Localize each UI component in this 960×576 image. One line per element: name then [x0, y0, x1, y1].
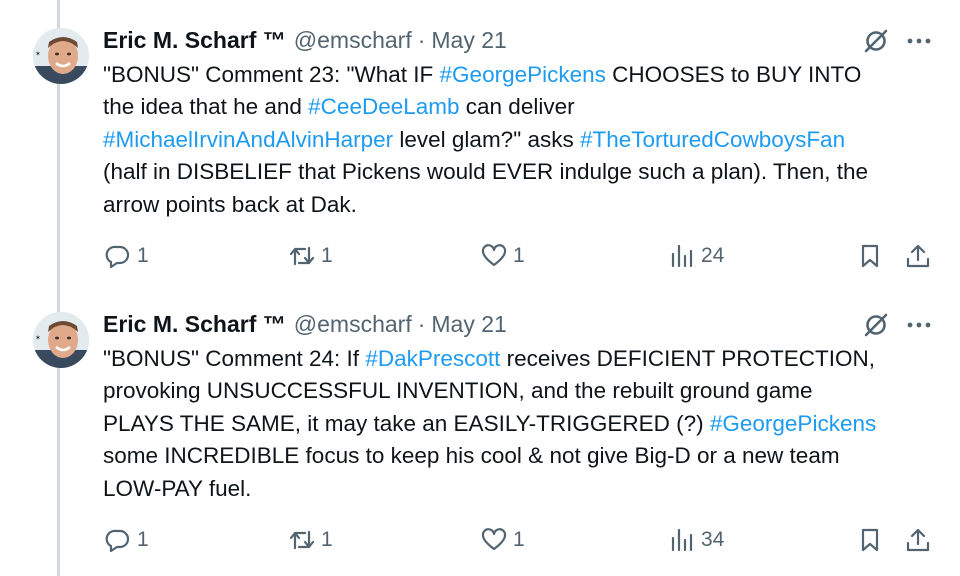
hashtag-link[interactable]: #DakPrescott — [365, 346, 500, 371]
share-button[interactable] — [904, 239, 932, 273]
views-button[interactable]: 34 — [668, 523, 724, 557]
avatar-photo: ✶ — [33, 28, 89, 84]
tweet-text-segment: can deliver — [465, 94, 575, 120]
tweet-text-segment: "BONUS" Comment 24: If — [103, 346, 366, 371]
share-upload-icon — [906, 244, 930, 268]
hashtag-link[interactable]: #GeorgePickens — [440, 62, 606, 87]
tweet-date[interactable]: May 21 — [431, 311, 506, 338]
more-dots-icon[interactable] — [904, 311, 934, 339]
heart-icon — [481, 528, 507, 551]
retweet-icon — [289, 530, 315, 550]
tweet[interactable]: ✶ Eric M. Scharf ™ @emscharf · May 21 "B… — [0, 0, 960, 290]
reply-button[interactable]: 1 — [104, 523, 149, 557]
more-dots-icon[interactable] — [904, 27, 934, 55]
view-count: 24 — [701, 244, 725, 267]
tweet-header: Eric M. Scharf ™ @emscharf · May 21 — [103, 309, 507, 339]
hashtag-link[interactable]: #CeeDeeLamb — [308, 94, 459, 119]
retweet-icon — [289, 246, 315, 266]
heart-icon — [481, 244, 507, 267]
author-name[interactable]: Eric M. Scharf ™ — [103, 27, 286, 54]
author-handle[interactable]: @emscharf — [294, 311, 412, 338]
bookmark-button[interactable] — [856, 523, 884, 557]
like-count: 1 — [513, 244, 525, 267]
view-count: 34 — [701, 528, 725, 551]
like-count: 1 — [513, 528, 525, 551]
views-button[interactable]: 24 — [668, 239, 724, 273]
hashtag-link[interactable]: #TheTorturedCowboysFan — [580, 127, 845, 152]
tweet[interactable]: ✶ Eric M. Scharf ™ @emscharf · May 21 "B… — [0, 292, 960, 576]
author-name[interactable]: Eric M. Scharf ™ — [103, 311, 286, 338]
tweet-date[interactable]: May 21 — [431, 27, 506, 54]
svg-text:✶: ✶ — [35, 334, 41, 342]
bookmark-icon — [861, 528, 879, 552]
tweet-text-segment: some INCREDIBLE focus to keep his cool &… — [103, 443, 840, 501]
reply-count: 1 — [137, 244, 149, 267]
bookmark-button[interactable] — [856, 239, 884, 273]
tweet-text-segment: level glam?" asks — [393, 126, 580, 152]
like-button[interactable]: 1 — [480, 239, 525, 273]
avatar-photo: ✶ — [33, 312, 89, 368]
share-upload-icon — [906, 528, 930, 552]
retweet-count: 1 — [321, 244, 333, 267]
author-handle[interactable]: @emscharf — [294, 27, 412, 54]
retweet-count: 1 — [321, 528, 333, 551]
hashtag-link[interactable]: #MichaelIrvinAndAlvinHarper — [103, 127, 393, 152]
tweet-actions: 1 1 1 34 — [0, 523, 960, 557]
grok-slash-circle-icon[interactable] — [862, 27, 890, 55]
like-button[interactable]: 1 — [480, 523, 525, 557]
tweet-text-segment: (half in DISBELIEF that Pickens would EV… — [103, 159, 868, 217]
svg-text:✶: ✶ — [35, 50, 41, 58]
reply-bubble-icon — [105, 529, 130, 553]
tweet-text-segment: "BONUS" Comment 23: "What IF — [103, 62, 440, 87]
reply-count: 1 — [137, 528, 149, 551]
avatar[interactable]: ✶ — [33, 28, 89, 84]
reply-bubble-icon — [105, 245, 130, 269]
views-bars-icon — [671, 528, 693, 552]
tweet-actions: 1 1 1 24 — [0, 239, 960, 273]
retweet-button[interactable]: 1 — [288, 239, 333, 273]
share-button[interactable] — [904, 523, 932, 557]
reply-button[interactable]: 1 — [104, 239, 149, 273]
grok-slash-circle-icon[interactable] — [862, 311, 890, 339]
separator-dot: · — [417, 26, 426, 53]
tweet-text: "BONUS" Comment 23: "What IF #GeorgePick… — [103, 59, 933, 221]
tweet-text: "BONUS" Comment 24: If #DakPrescott rece… — [103, 343, 933, 505]
views-bars-icon — [671, 244, 693, 268]
retweet-button[interactable]: 1 — [288, 523, 333, 557]
avatar[interactable]: ✶ — [33, 312, 89, 368]
hashtag-link[interactable]: #GeorgePickens — [710, 411, 876, 436]
bookmark-icon — [861, 244, 879, 268]
tweet-header: Eric M. Scharf ™ @emscharf · May 21 — [103, 25, 507, 55]
separator-dot: · — [417, 310, 426, 337]
